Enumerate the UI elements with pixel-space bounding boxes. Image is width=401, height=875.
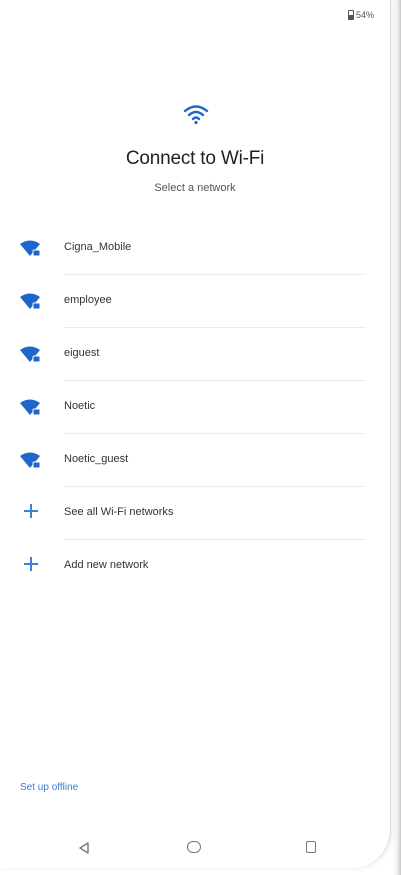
wifi-locked-icon bbox=[20, 240, 41, 257]
network-name: eiguest bbox=[64, 347, 100, 359]
setup-offline-link[interactable]: Set up offline bbox=[20, 782, 78, 793]
network-name: Noetic_guest bbox=[64, 453, 129, 465]
page-title: Connect to Wi-Fi bbox=[125, 148, 265, 169]
network-item-eiguest[interactable]: eiguest bbox=[0, 328, 390, 381]
plus-icon bbox=[24, 504, 38, 518]
network-item-cigna-mobile[interactable]: Cigna_Mobile bbox=[0, 222, 390, 275]
wifi-icon bbox=[183, 105, 209, 125]
network-name: Noetic bbox=[64, 400, 96, 412]
add-network-button[interactable]: Add new network bbox=[0, 540, 390, 593]
phone-frame: 54% Connect to Wi-Fi Select a network Ci… bbox=[0, 0, 401, 875]
add-network-label: Add new network bbox=[64, 559, 149, 571]
network-list: Cigna_Mobile employee eiguest Noetic Noe… bbox=[0, 222, 390, 593]
navigation-bar bbox=[0, 834, 390, 862]
back-icon[interactable] bbox=[78, 842, 90, 854]
setup-screen: 54% Connect to Wi-Fi Select a network Ci… bbox=[0, 0, 391, 868]
status-bar: 54% bbox=[347, 10, 374, 20]
network-item-noetic-guest[interactable]: Noetic_guest bbox=[0, 434, 390, 487]
battery-icon bbox=[347, 10, 354, 20]
network-name: Cigna_Mobile bbox=[64, 241, 132, 253]
see-all-networks-button[interactable]: See all Wi-Fi networks bbox=[0, 487, 390, 540]
recents-icon[interactable] bbox=[306, 841, 316, 853]
home-icon[interactable] bbox=[187, 841, 201, 853]
battery-percent: 54% bbox=[355, 10, 374, 20]
wifi-locked-icon bbox=[20, 346, 41, 363]
wifi-locked-icon bbox=[20, 399, 41, 416]
wifi-locked-icon bbox=[20, 293, 41, 310]
see-all-networks-label: See all Wi-Fi networks bbox=[64, 506, 174, 518]
network-item-noetic[interactable]: Noetic bbox=[0, 381, 390, 434]
network-item-employee[interactable]: employee bbox=[0, 275, 390, 328]
plus-icon bbox=[24, 557, 38, 571]
wifi-locked-icon bbox=[20, 452, 41, 469]
page-subtitle: Select a network bbox=[154, 182, 236, 194]
network-name: employee bbox=[64, 294, 112, 306]
